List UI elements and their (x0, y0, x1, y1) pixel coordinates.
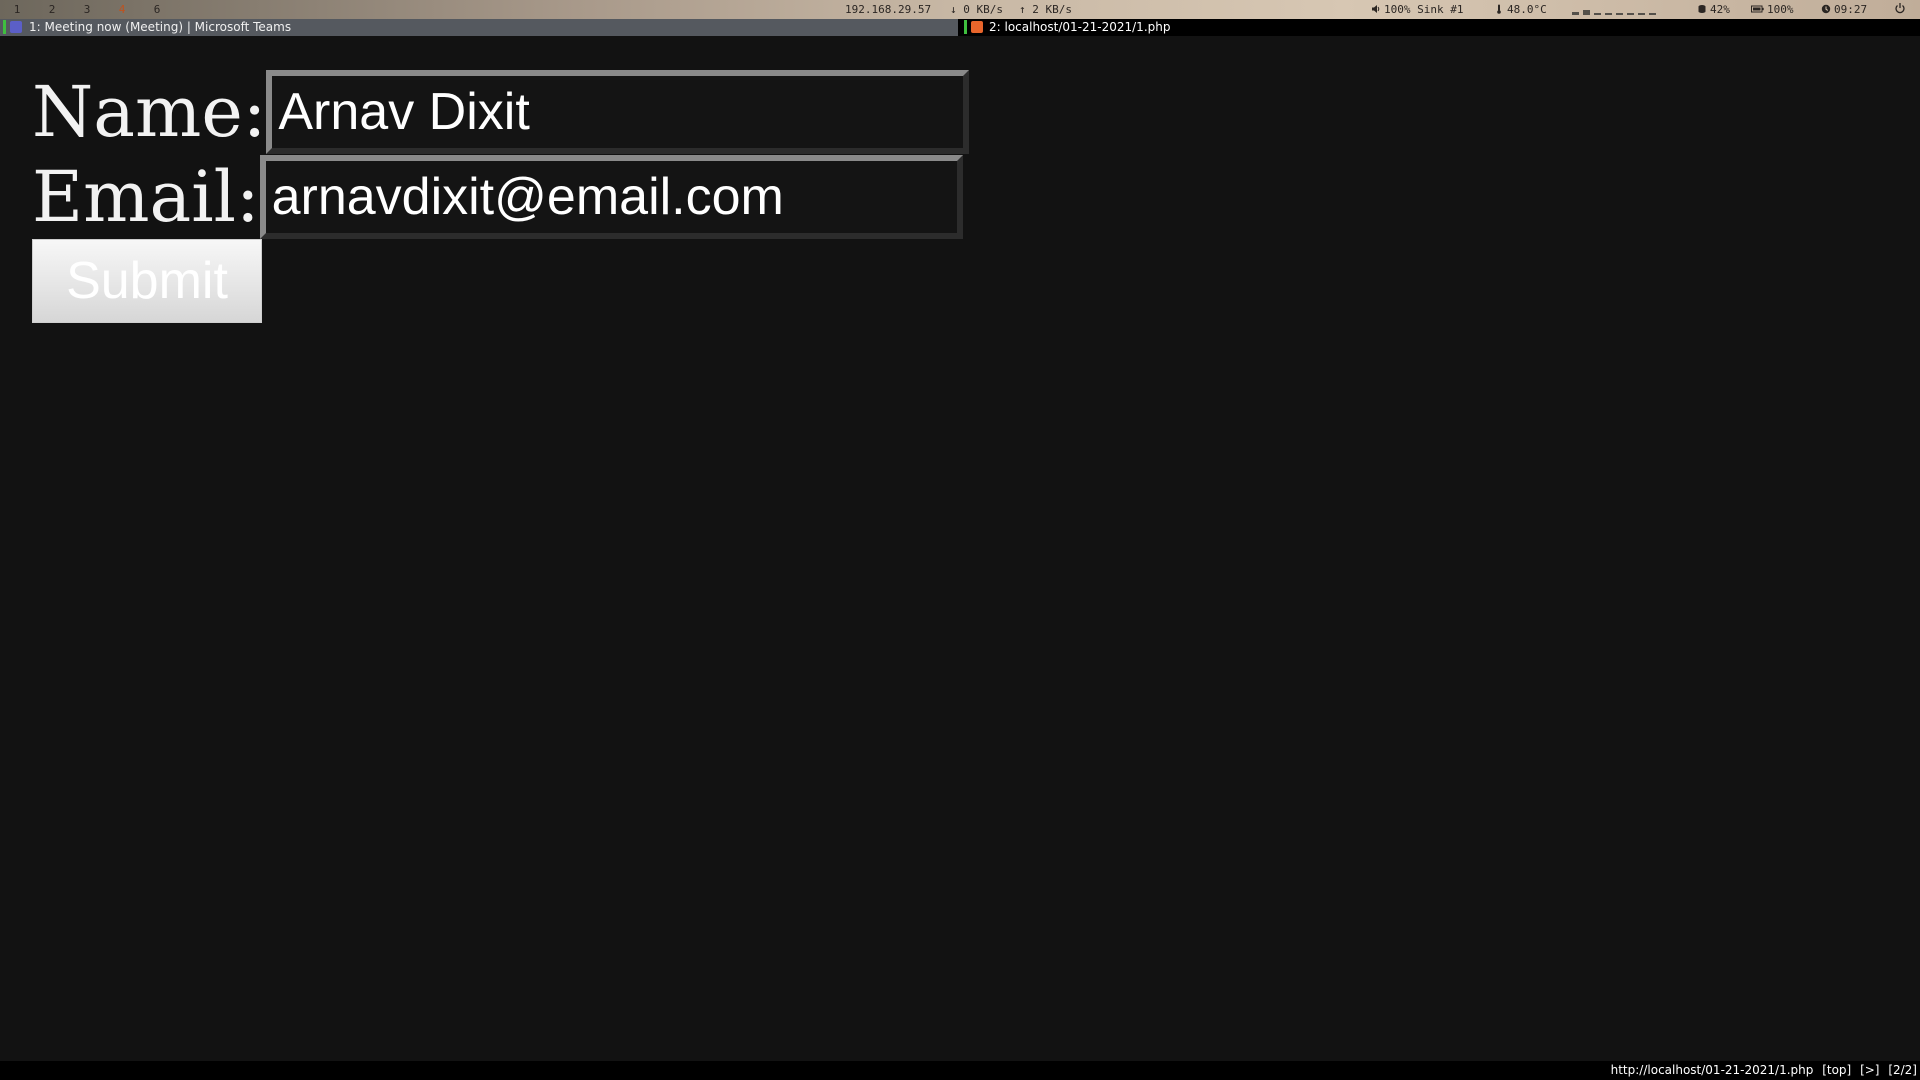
window-tab-teams[interactable]: 1: Meeting now (Meeting) | Microsoft Tea… (0, 19, 958, 36)
browser-status-line: http://localhost/01-21-2021/1.php [top] … (0, 1061, 1920, 1080)
thermometer-icon (1497, 4, 1501, 14)
volume-indicator[interactable]: 100% Sink #1 (1371, 0, 1463, 19)
system-status-bar: 1 2 3 4 6 192.168.29.57 ↓ 0 KB/s ↑ 2 KB/… (0, 0, 1920, 19)
email-input[interactable] (259, 155, 963, 239)
volume-label: 100% Sink #1 (1384, 3, 1464, 16)
window-tab-label: 1: Meeting now (Meeting) | Microsoft Tea… (29, 20, 292, 34)
network-download-rate: ↓ 0 KB/s (950, 3, 1003, 16)
submit-button[interactable]: Submit (32, 239, 262, 323)
email-row: Email: (32, 155, 963, 239)
email-label: Email: (32, 156, 260, 238)
window-tab-bar: 1: Meeting now (Meeting) | Microsoft Tea… (0, 19, 1920, 36)
clock-indicator: 09:27 (1821, 0, 1867, 19)
disk-indicator: 42% (1697, 0, 1730, 19)
current-url[interactable]: http://localhost/01-21-2021/1.php (1611, 1063, 1814, 1077)
battery-icon (1751, 5, 1764, 13)
disk-icon (1698, 5, 1706, 13)
temperature-label: 48.0°C (1507, 3, 1547, 16)
clock-label: 09:27 (1834, 3, 1868, 16)
teams-icon (10, 21, 22, 33)
power-button[interactable] (1894, 0, 1909, 19)
cpu-usage-graph (1572, 0, 1656, 19)
tab-marker (964, 20, 967, 34)
page-content: Name: Email: Submit (0, 36, 1920, 1061)
workspace-1-button[interactable]: 1 (2, 0, 32, 19)
temperature-indicator: 48.0°C (1494, 0, 1547, 19)
battery-label: 100% (1767, 3, 1794, 16)
name-label: Name: (32, 71, 267, 153)
page-favicon-icon (971, 21, 983, 33)
name-row: Name: (32, 70, 970, 154)
speaker-icon (1372, 5, 1380, 13)
workspace-4-button[interactable]: 4 (107, 0, 137, 19)
tab-marker (3, 20, 6, 34)
workspace-3-button[interactable]: 3 (72, 0, 102, 19)
disk-label: 42% (1710, 3, 1730, 16)
history-indicator: [>] (1860, 1063, 1880, 1077)
network-upload-rate: ↑ 2 KB/s (1019, 3, 1072, 16)
window-tab-browser[interactable]: 2: localhost/01-21-2021/1.php (961, 19, 1920, 36)
scroll-position: [top] (1822, 1063, 1852, 1077)
workspace-6-button[interactable]: 6 (142, 0, 172, 19)
ip-address: 192.168.29.57 (845, 3, 932, 16)
battery-indicator: 100% (1751, 0, 1794, 19)
window-tab-label: 2: localhost/01-21-2021/1.php (989, 20, 1171, 34)
workspace-2-button[interactable]: 2 (37, 0, 67, 19)
power-icon (1895, 3, 1905, 14)
tab-index: [2/2] (1888, 1063, 1917, 1077)
name-input[interactable] (266, 70, 970, 154)
clock-icon (1821, 4, 1831, 14)
